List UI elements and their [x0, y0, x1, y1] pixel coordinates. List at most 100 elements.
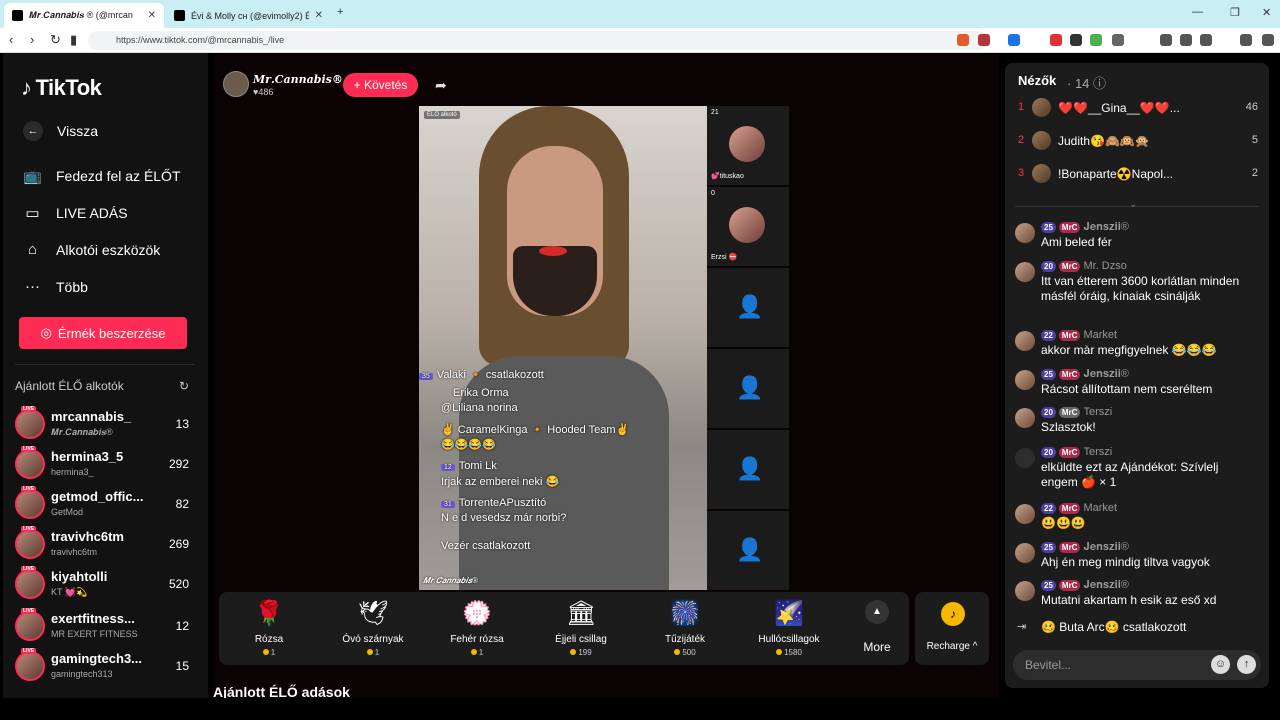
chevron-down-icon[interactable]: ⌄	[1129, 199, 1137, 210]
gift-name: Rózsa	[254, 634, 284, 645]
gift-item[interactable]: 💮 Fehér rózsa 1	[427, 592, 527, 665]
chat-message[interactable]: 20 MrC Mr. Dzso Itt van étterem 3600 korlá…	[1015, 260, 1261, 326]
chat-header: 25 MrC 𝐉𝐞𝐧𝐬𝐳𝐢𝐢®	[1041, 368, 1129, 381]
suggested-creator[interactable]: LIVE mrcannabis_ 𝑴𝒓.𝑪𝒂𝒏𝒏𝒂𝒃𝒊𝒔® 13	[15, 405, 195, 443]
more-dots-icon: ···	[25, 278, 40, 295]
emoji-icon[interactable]: ☺	[1211, 655, 1230, 674]
gift-item[interactable]: 🎆 Tűzijáték 500	[635, 592, 735, 665]
refresh-icon[interactable]: ↻	[179, 379, 189, 393]
chat-text: Mutatni akartam h esik az eső xd	[1041, 593, 1217, 607]
creator-nickname: KT 💓💫	[51, 587, 88, 597]
creator-nickname: 𝑴𝒓.𝑪𝒂𝒏𝒏𝒂𝒃𝒊𝒔®	[51, 427, 113, 437]
gift-item[interactable]: 🏛 Éjjeli csillag 199	[531, 592, 631, 665]
empty-guest-slot[interactable]: 👤	[707, 430, 789, 510]
nav-more[interactable]: ··· Több	[23, 277, 88, 296]
forward-arrow-icon[interactable]: ›	[30, 32, 34, 47]
tab-close-icon[interactable]: ✕	[148, 10, 156, 21]
translate-icon[interactable]	[1008, 34, 1020, 46]
browser-tab-active[interactable]: 𝑴𝒓.𝑪𝒂𝒏𝒏𝒂𝒃𝒊𝒔 ® (@mrcan ✕	[4, 3, 164, 28]
suggested-creator[interactable]: LIVE exertfitness... MR EXERT FITNESS 12	[15, 607, 195, 645]
suggested-creator[interactable]: LIVE getmod_offic... GetMod 82	[15, 485, 195, 523]
creator-nickname: MR EXERT FITNESS	[51, 629, 138, 639]
reload-icon[interactable]: ↻	[50, 32, 61, 48]
chat-message[interactable]: 25 MrC 𝐉𝐞𝐧𝐬𝐳𝐢𝐢® Ahj én meg mindig tiltva v…	[1015, 541, 1261, 577]
nav-label: LIVE ADÁS	[56, 204, 128, 221]
chat-message[interactable]: 22 MrC Market akkor màr megfigyelnek 😂😂😂	[1015, 329, 1261, 365]
nav-live[interactable]: ▭ LIVE ADÁS	[23, 203, 128, 222]
gift-message[interactable]: 20 MrC Terszi elküldte ezt az Ajándékot: S…	[1015, 446, 1261, 496]
send-icon[interactable]: ↑	[1237, 655, 1256, 674]
get-coins-button[interactable]: ◎ Érmék beszerzése	[19, 317, 187, 349]
chat-message[interactable]: 25 MrC 𝐉𝐞𝐧𝐬𝐳𝐢𝐢® Ami beled fér	[1015, 221, 1261, 257]
restore-icon[interactable]: ❐	[1230, 6, 1240, 19]
empty-guest-slot[interactable]: 👤	[707, 349, 789, 429]
back-arrow-icon[interactable]: ‹	[9, 32, 13, 47]
extension-icon[interactable]	[1112, 34, 1124, 46]
chat-user: 𝐉𝐞𝐧𝐬𝐳𝐢𝐢®	[1083, 541, 1129, 553]
nav-explore-live[interactable]: 📺 Fedezd fel az ÉLŐT	[23, 166, 180, 185]
window-close-icon[interactable]: ✕	[1262, 6, 1271, 19]
tiktok-logo[interactable]: ♪ TikTok	[21, 75, 102, 101]
tab-close-icon[interactable]: ✕	[315, 10, 323, 21]
minimize-icon[interactable]: —	[1192, 6, 1203, 18]
viewer-count: 292	[168, 457, 189, 471]
chat-message[interactable]: 25 MrC 𝐉𝐞𝐧𝐬𝐳𝐢𝐢® Rácsot állítottam nem cser…	[1015, 368, 1261, 404]
media-icon[interactable]	[1160, 34, 1172, 46]
gift-item[interactable]: 🌹 Rózsa 1	[219, 592, 319, 665]
bookmark-icon[interactable]: ▮	[70, 32, 77, 48]
guest-slot[interactable]: 0 Erzsi ⛔	[707, 187, 789, 267]
wallet-icon[interactable]	[1200, 34, 1212, 46]
brave-shield-icon[interactable]	[957, 34, 969, 46]
suggested-creator[interactable]: LIVE hermina3_5 hermina3_ 292	[15, 445, 195, 483]
host-avatar[interactable]	[223, 71, 249, 97]
gift-item[interactable]: 🕊 Óvó szárnyak 1	[323, 592, 423, 665]
rose-icon: 🌹	[254, 600, 284, 627]
person-icon: 👤	[736, 537, 764, 562]
recharge-button[interactable]: ♪ Recharge ^	[915, 592, 989, 665]
host-name[interactable]: 𝑴𝒓.𝑪𝒂𝒏𝒏𝒂𝒃𝒊𝒔®	[253, 73, 343, 86]
empty-guest-slot[interactable]: 👤	[707, 511, 789, 591]
live-video[interactable]: ÉLŐ alkotó 35 Valaki 🔸 csatlakozott Erika…	[419, 106, 707, 590]
live-badge: LIVE	[21, 566, 37, 572]
chat-message[interactable]: 25 MrC 𝐉𝐞𝐧𝐬𝐳𝐢𝐢® Mutatni akartam h esik az …	[1015, 579, 1261, 615]
extension-icon[interactable]	[1050, 34, 1062, 46]
url-field[interactable]: https://www.tiktok.com/@mrcannabis_/live	[88, 31, 988, 50]
sidebar-icon[interactable]	[1180, 34, 1192, 46]
extension-icon[interactable]	[1090, 34, 1102, 46]
suggested-creator[interactable]: LIVE gamingtech3... gamingtech313 15	[15, 647, 195, 685]
gift-item[interactable]: 🌠 Hullócsillagok 1580	[739, 592, 839, 665]
chat-header: 20 MrC Terszi	[1041, 446, 1112, 458]
menu-icon[interactable]	[1262, 34, 1274, 46]
avatar	[1015, 223, 1035, 243]
viewer-count: 15	[175, 659, 189, 673]
guest-slot[interactable]: 21 💕tituskao	[707, 106, 789, 186]
fan-badge: MrC	[1058, 407, 1081, 418]
chat-header: 20 MrC Terszi	[1041, 406, 1112, 418]
suggested-creator[interactable]: LIVE kiyahtolli KT 💓💫 520	[15, 565, 195, 603]
viewer-name: Judith😘🙈🙉🙊	[1058, 134, 1150, 148]
back-button[interactable]: ← Vissza	[23, 121, 98, 141]
share-icon[interactable]: ➦	[435, 77, 447, 94]
chat-text: Ami beled fér	[1041, 235, 1112, 249]
guest-avatar	[729, 207, 765, 243]
brave-rewards-icon[interactable]	[978, 34, 990, 46]
top-viewer[interactable]: 2 Judith😘🙈🙉🙊 5	[1018, 130, 1258, 152]
top-viewer[interactable]: 3 !Bonaparte☢️Napol... 2	[1018, 163, 1258, 185]
chat-message[interactable]: 22 MrC Market 😃😃😃	[1015, 502, 1261, 538]
empty-guest-slot[interactable]: 👤	[707, 268, 789, 348]
wings-icon: 🕊	[358, 600, 389, 627]
new-tab-icon[interactable]: +	[337, 6, 343, 18]
coin-icon: ◎	[40, 325, 52, 340]
suggested-creator[interactable]: LIVE travivhc6tm travivhc6tm 269	[15, 525, 195, 563]
nav-creator-tools[interactable]: ⌂ Alkotói eszközök	[23, 240, 160, 259]
vpn-icon[interactable]	[1240, 34, 1252, 46]
top-viewer[interactable]: 1 ❤️❤️__Gina__❤️❤️... 46	[1018, 97, 1258, 119]
more-gifts-button[interactable]: ▲ More	[855, 600, 899, 660]
white-rose-icon: 💮	[462, 600, 492, 627]
video-chat-line: 31 TorrenteAPusztító	[441, 497, 546, 509]
avatar	[1015, 331, 1035, 351]
extension-icon[interactable]	[1070, 34, 1082, 46]
browser-tab[interactable]: Évi & Molly сн (@evimolly2) ÉLŐ adá ✕	[166, 3, 331, 28]
chat-message[interactable]: 20 MrC Terszi Szlasztok!	[1015, 406, 1261, 442]
follow-button[interactable]: + Követés	[343, 73, 418, 97]
